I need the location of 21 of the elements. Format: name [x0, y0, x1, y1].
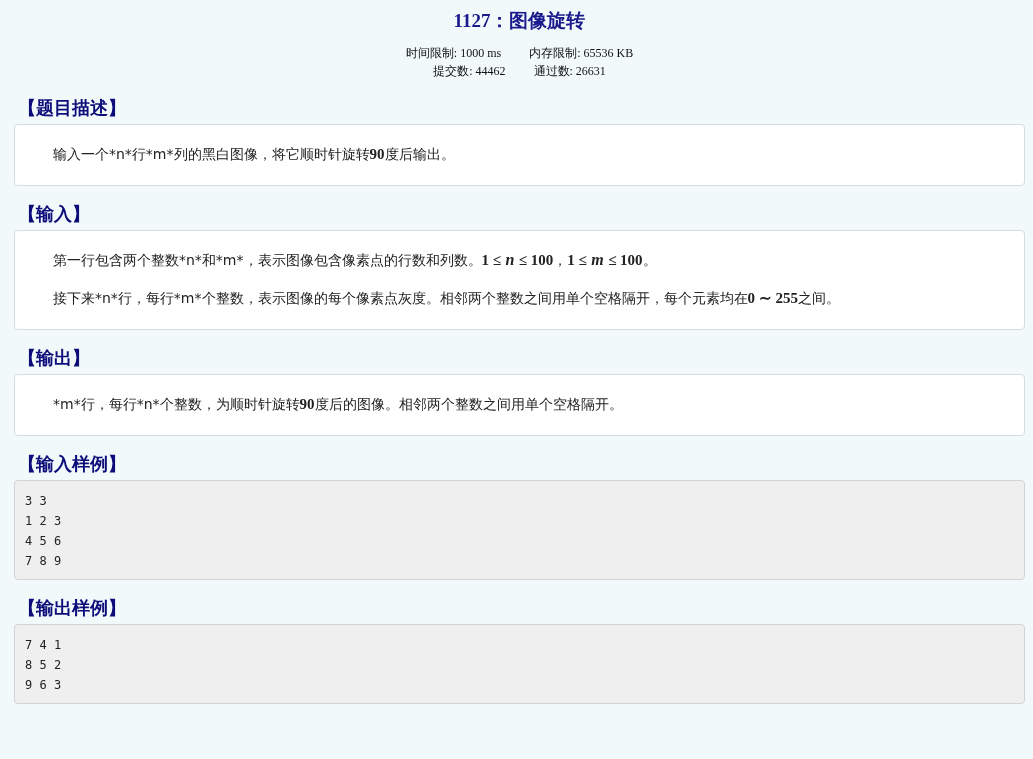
limit-text: 通过数: 26631: [533, 63, 606, 80]
section-heading: 【输入样例】: [18, 452, 127, 476]
description-text: 第一行包含两个整数*n*和*m*，表示图像包含像素点的行数和列数。1 ≤ n ≤ 100，1 ≤ m ≤ 100。: [53, 250, 658, 270]
code-line: 7 8 9: [25, 553, 63, 570]
code-line: 8 5 2: [25, 657, 63, 674]
problem-title: 1127：图像旋转: [453, 9, 586, 33]
limit-text: 提交数: 44462: [433, 63, 506, 80]
description-text: 输入一个*n*行*m*列的黑白图像，将它顺时针旋转90度后输出。: [53, 145, 456, 164]
section-heading: 【输出样例】: [18, 596, 127, 620]
code-line: 4 5 6: [25, 533, 63, 550]
section-heading: 【输出】: [18, 346, 91, 370]
code-line: 1 2 3: [25, 513, 63, 530]
limit-text: 内存限制: 65536 KB: [529, 45, 634, 62]
code-line: 9 6 3: [25, 677, 63, 694]
section-heading: 【输入】: [18, 202, 91, 226]
description-text: 接下来*n*行，每行*m*个整数，表示图像的每个像素点灰度。相邻两个整数之间用单个空格隔开，每个元素均在0 ∼ 255之间。: [53, 289, 841, 308]
limit-text: 时间限制: 1000 ms: [405, 45, 502, 62]
code-line: 7 4 1: [25, 637, 63, 654]
section-heading: 【题目描述】: [18, 96, 127, 120]
code-line: 3 3: [25, 493, 48, 510]
description-text: *m*行，每行*n*个整数，为顺时针旋转90度后的图像。相邻两个整数之间用单个空格隔开。: [53, 395, 624, 414]
